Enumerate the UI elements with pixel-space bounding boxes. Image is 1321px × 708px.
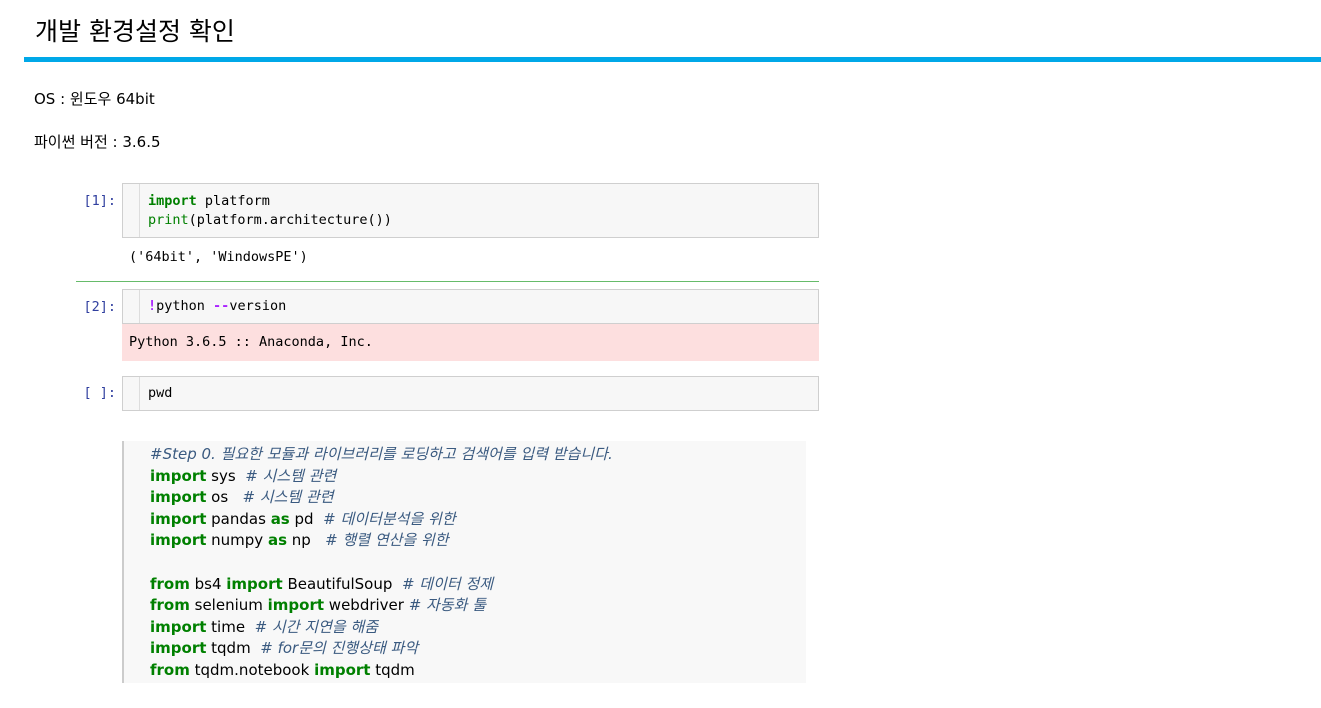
stderr-text: Python 3.6.5 :: Anaconda, Inc. [129, 334, 373, 350]
code-line: !python --version [148, 297, 286, 316]
snippet-keyword: from [150, 661, 190, 679]
snippet-line: from bs4 import BeautifulSoup # 데이터 정제 [150, 574, 493, 595]
code-keyword: ! [148, 298, 157, 314]
snippet-comment: # 데이터 정제 [401, 574, 494, 593]
cell-3-code: pwd [148, 384, 172, 403]
cell-1-output: ('64bit', 'WindowsPE') [129, 249, 308, 265]
snippet-text: numpy [206, 531, 268, 550]
cell-1-prompt: [1]: [83, 193, 116, 209]
snippet-keyword: from [150, 596, 190, 615]
snippet-text: sys [206, 466, 246, 485]
snippet-line: import tqdm # for문의 진행상태 파악 [150, 638, 418, 659]
snippet-text: time [206, 617, 255, 636]
snippet-keyword: import [150, 531, 207, 550]
snippet-text: BeautifulSoup [282, 574, 402, 593]
code-text: python [156, 298, 214, 314]
snippet-keyword: from [150, 574, 190, 593]
snippet-line: import pandas as pd # 데이터분석을 위한 [150, 509, 456, 530]
cell-2-input[interactable]: !python --version [122, 289, 819, 324]
snippet-text: tqdm [370, 661, 415, 679]
code-keyword: print [148, 212, 189, 228]
snippet-comment: # 시간 지연을 해줌 [254, 617, 379, 636]
code-line: pwd [148, 384, 172, 403]
cell-2-stderr: Python 3.6.5 :: Anaconda, Inc. [122, 324, 819, 361]
code-snippet-block: #Step 0. 필요한 모듈과 라이브러리를 로딩하고 검색어를 입력 받습니… [122, 441, 806, 683]
snippet-comment: # 시스템 관련 [245, 466, 337, 485]
snippet-line: from selenium import webdriver # 자동화 툴 [150, 595, 486, 616]
cell-2-prompt: [2]: [83, 299, 116, 315]
python-version-info: 파이썬 버전 : 3.6.5 [34, 133, 161, 151]
code-text: pwd [148, 385, 173, 401]
code-keyword: import [148, 193, 197, 209]
snippet-comment: # 자동화 툴 [408, 596, 487, 615]
snippet-comment: #Step 0. 필요한 모듈과 라이브러리를 로딩하고 검색어를 입력 받습니… [150, 445, 613, 463]
snippet-text: pandas [206, 509, 271, 528]
snippet-text: np [287, 531, 326, 550]
snippet-line: import numpy as np # 행렬 연산을 위한 [150, 530, 449, 551]
snippet-keyword: import [267, 596, 325, 615]
cell-3-gutter [123, 377, 140, 410]
snippet-text: webdriver [324, 596, 409, 615]
snippet-keyword: import [150, 639, 207, 658]
snippet-text: selenium [189, 596, 268, 615]
snippet-line: from tqdm.notebook import tqdm [150, 660, 415, 681]
cell-3-input[interactable]: pwd [122, 376, 819, 411]
snippet-keyword: as [270, 509, 290, 528]
snippet-comment: # 시스템 관련 [242, 488, 334, 507]
code-text: version [229, 298, 287, 314]
snippet-comment: # 행렬 연산을 위한 [325, 531, 449, 550]
code-line: import platform [148, 192, 392, 211]
snippet-text: os [206, 488, 243, 507]
snippet-line: import time # 시간 지연을 해줌 [150, 617, 378, 638]
snippet-keyword: import [314, 661, 371, 679]
cell-1-input[interactable]: import platform print(platform.architectu… [122, 183, 819, 238]
snippet-comment: # for문의 진행상태 파악 [260, 639, 419, 658]
snippet-line: import sys # 시스템 관련 [150, 466, 336, 487]
cell-3-prompt: [ ]: [83, 385, 116, 401]
snippet-keyword: as [267, 531, 288, 550]
title-underline [24, 57, 1321, 62]
snippet-keyword: import [150, 488, 207, 507]
snippet-keyword: import [226, 574, 283, 593]
snippet-keyword: import [150, 466, 207, 485]
snippet-keyword: import [150, 617, 207, 636]
code-line: print(platform.architecture()) [148, 211, 392, 230]
snippet-line: import os # 시스템 관련 [150, 487, 334, 508]
cell-1-code: import platform print(platform.architectu… [148, 192, 392, 230]
snippet-line: #Step 0. 필요한 모듈과 라이브러리를 로딩하고 검색어를 입력 받습니… [150, 444, 613, 465]
code-text: (platform.architecture()) [188, 212, 392, 228]
page-title: 개발 환경설정 확인 [35, 17, 235, 46]
snippet-text: pd [289, 509, 324, 528]
code-text: platform [196, 193, 270, 209]
snippet-text: tqdm [206, 639, 261, 658]
cell-2-gutter [123, 290, 140, 323]
snippet-keyword: import [150, 509, 207, 528]
code-keyword: -- [213, 298, 230, 314]
cell-divider [76, 281, 819, 282]
snippet-text: tqdm.notebook [189, 661, 315, 679]
cell-2-code: !python --version [148, 297, 286, 316]
snippet-text: bs4 [189, 574, 227, 593]
cell-1-gutter [123, 184, 140, 237]
os-info: OS : 윈도우 64bit [34, 90, 155, 108]
snippet-comment: # 데이터분석을 위한 [323, 509, 456, 528]
